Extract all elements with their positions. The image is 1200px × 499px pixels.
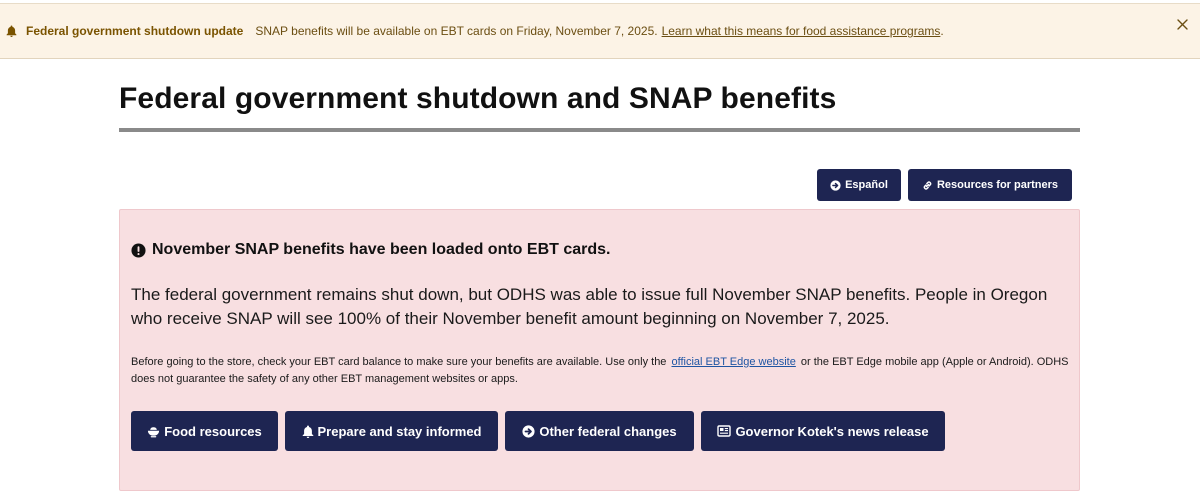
other-federal-changes-button[interactable]: Other federal changes (505, 411, 694, 451)
food-bowl-icon (148, 426, 160, 437)
prepare-and-stay-informed-label: Prepare and stay informed (317, 423, 482, 439)
bell-icon (302, 425, 313, 438)
snap-notice-box: November SNAP benefits have been loaded … (119, 209, 1080, 491)
exclamation-circle-icon (131, 242, 146, 258)
link-icon (923, 180, 932, 190)
arrow-circle-right-icon (830, 179, 841, 191)
close-alert-button[interactable] (1172, 14, 1192, 34)
resources-for-partners-button[interactable]: Resources for partners (908, 169, 1072, 201)
newspaper-icon (717, 425, 732, 437)
alert-trailing-period: . (940, 24, 944, 38)
governor-kotek-news-release-label: Governor Kotek's news release (735, 423, 929, 439)
notice-ebt-text-before: Before going to the store, check your EB… (131, 356, 667, 368)
espanol-button[interactable]: Español (817, 169, 901, 201)
arrow-circle-right-icon (522, 424, 535, 438)
governor-kotek-news-release-button[interactable]: Governor Kotek's news release (701, 411, 945, 451)
alert-title: Federal government shutdown update (26, 24, 244, 38)
shutdown-alert-bar: Federal government shutdown update SNAP … (0, 3, 1200, 59)
bell-icon (6, 25, 18, 37)
other-federal-changes-label: Other federal changes (539, 423, 677, 439)
food-resources-label: Food resources (164, 423, 262, 439)
close-icon (1176, 18, 1188, 30)
alert-learn-more-link[interactable]: Learn what this means for food assistanc… (662, 24, 941, 38)
official-ebt-edge-link[interactable]: official EBT Edge website (672, 356, 796, 368)
page-title: Federal government shutdown and SNAP ben… (119, 82, 837, 115)
food-resources-button[interactable]: Food resources (131, 411, 278, 451)
notice-heading-text: November SNAP benefits have been loaded … (152, 241, 611, 258)
notice-lead-paragraph: The federal government remains shut down… (131, 285, 1048, 328)
notice-ebt-paragraph: Before going to the store, check your EB… (131, 354, 1071, 388)
title-divider (119, 128, 1080, 132)
notice-heading: November SNAP benefits have been loaded … (131, 241, 610, 259)
resources-for-partners-label: Resources for partners (936, 179, 1059, 191)
espanol-label: Español (845, 179, 888, 191)
alert-text: SNAP benefits will be available on EBT c… (255, 24, 658, 38)
prepare-and-stay-informed-button[interactable]: Prepare and stay informed (285, 411, 498, 451)
